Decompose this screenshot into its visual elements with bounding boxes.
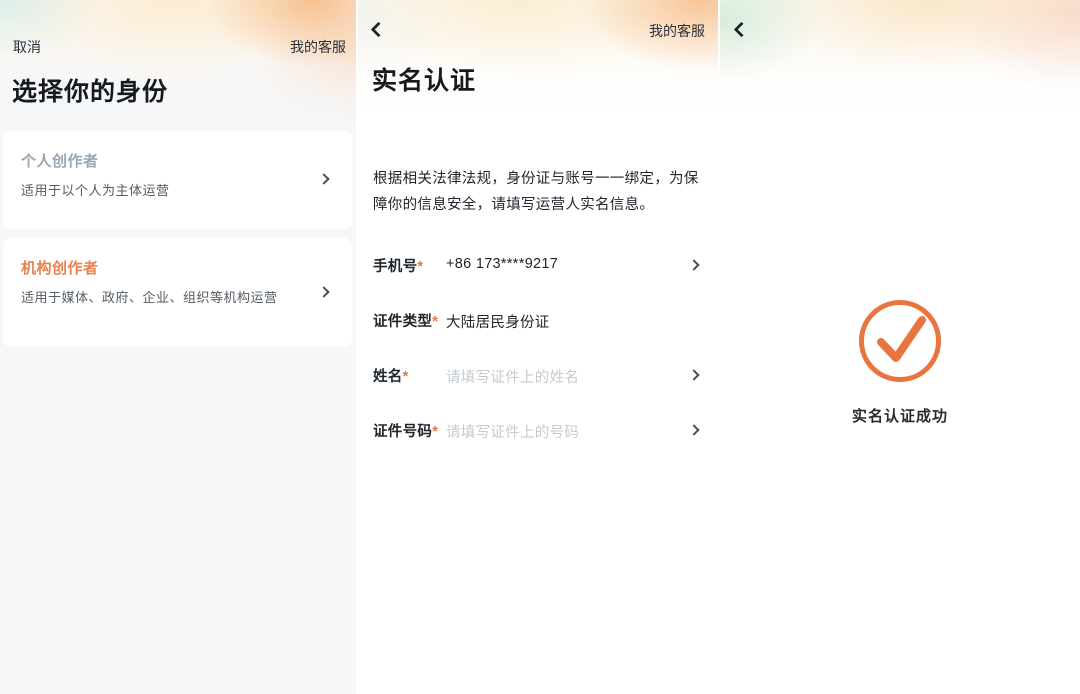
field-value: +86 173****9217	[446, 256, 558, 272]
required-asterisk: *	[417, 259, 423, 275]
chevron-right-icon	[688, 259, 699, 270]
field-placeholder: 请填写证件上的号码	[446, 421, 579, 442]
check-circle-icon	[858, 299, 942, 383]
screen-realname-form: 我的客服 实名认证 根据相关法律法规，身份证与账号一一绑定，为保障你的信息安全，…	[358, 0, 718, 694]
card-title: 个人创作者	[21, 150, 334, 171]
customer-service-link[interactable]: 我的客服	[649, 21, 705, 41]
field-label: 姓名	[373, 369, 403, 385]
page-title: 实名认证	[372, 61, 476, 97]
form-row-phone[interactable]: 手机号* +86 173****9217	[373, 255, 704, 277]
form-row-id-type: 证件类型* 大陆居民身份证	[373, 310, 704, 332]
chevron-right-icon	[318, 286, 329, 297]
chevron-right-icon	[318, 173, 329, 184]
card-subtitle: 适用于以个人为主体运营	[21, 181, 279, 201]
cancel-button[interactable]: 取消	[13, 37, 41, 57]
identity-card-personal[interactable]: 个人创作者 适用于以个人为主体运营	[3, 131, 352, 229]
required-asterisk: *	[403, 369, 409, 385]
card-title: 机构创作者	[21, 257, 334, 278]
triple-screen-layout: 取消 我的客服 选择你的身份 个人创作者 适用于以个人为主体运营 机构创作者 适…	[0, 0, 1080, 694]
chevron-right-icon	[688, 424, 699, 435]
success-message: 实名认证成功	[720, 405, 1080, 426]
back-icon[interactable]	[734, 22, 750, 38]
page-title: 选择你的身份	[12, 72, 168, 108]
field-label: 证件号码	[373, 424, 432, 440]
screen-choose-identity: 取消 我的客服 选择你的身份 个人创作者 适用于以个人为主体运营 机构创作者 适…	[0, 0, 356, 694]
customer-service-link[interactable]: 我的客服	[290, 37, 346, 57]
chevron-right-icon	[688, 369, 699, 380]
field-label: 证件类型	[373, 314, 432, 330]
field-placeholder: 请填写证件上的姓名	[446, 366, 579, 387]
field-value: 大陆居民身份证	[446, 311, 550, 332]
field-label: 手机号	[373, 259, 417, 275]
required-asterisk: *	[432, 314, 438, 330]
form-row-name[interactable]: 姓名* 请填写证件上的姓名	[373, 365, 704, 387]
form-row-id-number[interactable]: 证件号码* 请填写证件上的号码	[373, 420, 704, 442]
header-gradient	[720, 0, 1080, 150]
required-asterisk: *	[432, 424, 438, 440]
screen-realname-success: 实名认证成功	[720, 0, 1080, 694]
back-icon[interactable]	[371, 22, 387, 38]
legal-description: 根据相关法律法规，身份证与账号一一绑定，为保障你的信息安全，请填写运营人实名信息…	[373, 166, 705, 218]
identity-card-organization[interactable]: 机构创作者 适用于媒体、政府、企业、组织等机构运营	[3, 238, 352, 347]
card-subtitle: 适用于媒体、政府、企业、组织等机构运营	[21, 288, 279, 308]
